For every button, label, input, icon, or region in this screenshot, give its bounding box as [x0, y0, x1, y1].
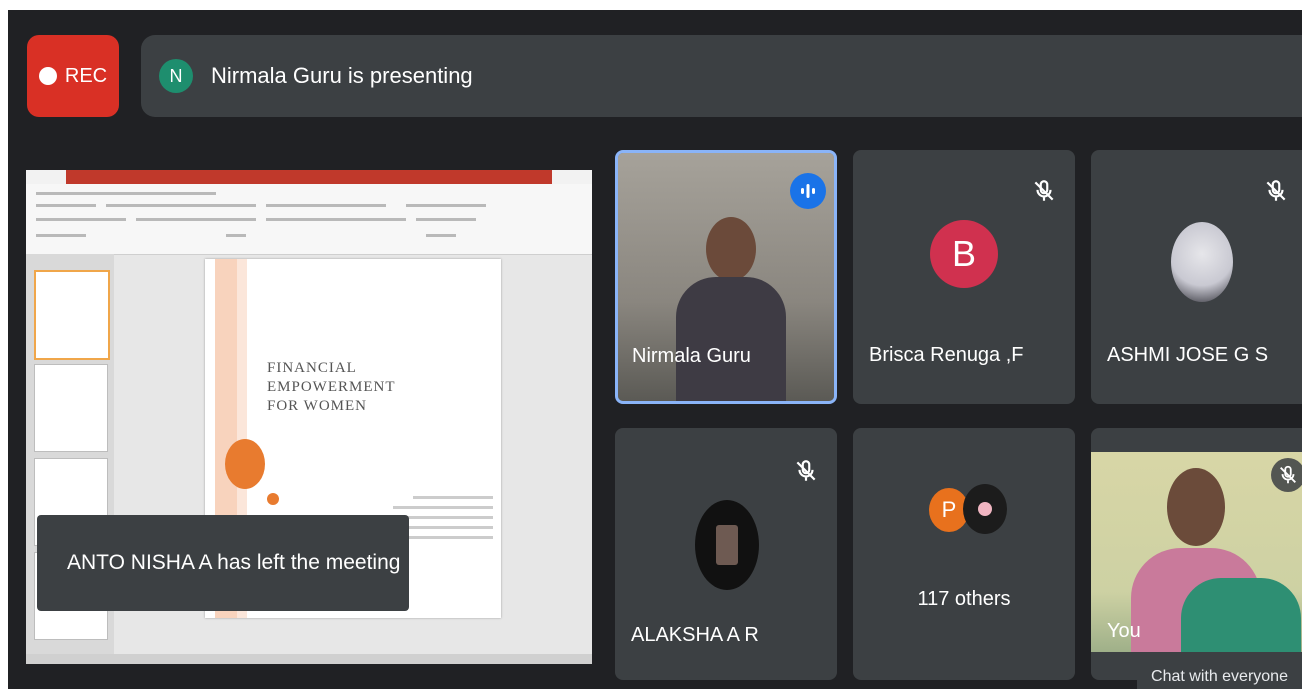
slide-thumbnail[interactable]	[34, 364, 108, 452]
participant-tile-self[interactable]: You	[1091, 428, 1302, 680]
presenting-text: Nirmala Guru is presenting	[211, 63, 473, 88]
participant-name: Brisca Renuga ,F	[869, 344, 1024, 366]
ppt-title-highlight	[66, 170, 552, 184]
recording-label: REC	[64, 64, 108, 87]
presenter-avatar: N	[159, 59, 193, 93]
participant-name: ALAKSHA A R	[631, 624, 759, 646]
person-head	[1167, 468, 1225, 546]
ppt-titlebar	[26, 170, 592, 184]
person-body	[676, 277, 786, 401]
participant-name: ASHMI JOSE G S	[1107, 344, 1269, 366]
mic-off-icon	[793, 458, 819, 484]
person-scarf	[1181, 578, 1301, 652]
person-head	[706, 217, 756, 281]
participant-tile-brisca[interactable]: B Brisca Renuga ,F	[853, 150, 1075, 404]
participant-avatar-photo	[1171, 222, 1233, 302]
others-count: 117 others	[917, 588, 1011, 610]
participant-avatar: B	[930, 220, 998, 288]
meeting-stage: REC N Nirmala Guru is presenting FINANCI…	[8, 10, 1302, 689]
slide-title: FINANCIAL EMPOWERMENT FOR WOMEN	[267, 360, 396, 414]
mic-off-icon	[1271, 458, 1302, 492]
presenting-banner[interactable]: N Nirmala Guru is presenting	[141, 35, 1302, 117]
slide-decoration	[225, 439, 265, 489]
participant-tile-alaksha[interactable]: ALAKSHA A R	[615, 428, 837, 680]
participant-tile-ashmi[interactable]: ASHMI JOSE G S	[1091, 150, 1302, 404]
recording-badge[interactable]: REC	[27, 35, 119, 117]
chat-with-everyone-button[interactable]: Chat with everyone	[1137, 665, 1302, 689]
ppt-status-bar	[26, 654, 592, 664]
mic-off-icon	[1263, 178, 1289, 204]
slide-thumbnail[interactable]	[34, 270, 110, 360]
record-dot-icon	[38, 67, 57, 85]
toast-text: ANTO NISHA A has left the meeting	[67, 551, 401, 574]
participant-name: You	[1107, 620, 1141, 642]
mic-off-icon	[1031, 178, 1057, 204]
participant-tile-others[interactable]: P 117 others	[853, 428, 1075, 680]
speaking-indicator-icon	[790, 173, 826, 209]
participant-name: Nirmala Guru	[632, 345, 751, 367]
notification-toast: ANTO NISHA A has left the meeting	[37, 515, 409, 611]
slide-decoration	[267, 493, 279, 505]
ppt-ribbon	[26, 184, 592, 255]
participant-avatar-photo	[695, 500, 759, 590]
participant-tile-nirmala[interactable]: Nirmala Guru	[615, 150, 837, 404]
participant-avatar-photo	[963, 484, 1007, 534]
